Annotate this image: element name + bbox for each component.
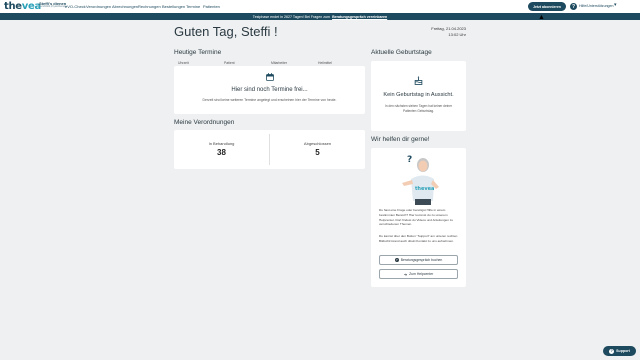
nav-bestellungen[interactable]: Bestellungen: [162, 4, 185, 9]
help-title: Wir helfen dir gerne!: [371, 136, 430, 143]
support-label: Support: [616, 349, 630, 353]
mascot-illustration: ? thevea: [402, 155, 439, 205]
birthday-cake-icon: [414, 76, 423, 85]
nav-abrechnungen[interactable]: Abrechnungen: [112, 4, 138, 9]
question-icon: ?: [609, 348, 615, 354]
nav-rechnungen[interactable]: Rechnungen: [138, 4, 161, 9]
column-header[interactable]: Uhrzeit: [178, 61, 189, 65]
stat-value: 38: [217, 148, 226, 157]
banner-link[interactable]: Beratungsgespräch vereinbaren: [332, 15, 387, 19]
help-card: ? thevea Du hast eine Frage oder benötig…: [371, 148, 466, 287]
mouse-cursor-icon: ▲: [538, 14, 545, 21]
appointments-empty-title: Hier sind noch Termine frei...: [231, 87, 308, 93]
svg-text:?: ?: [407, 155, 412, 165]
question-icon: ?: [394, 258, 399, 262]
mascot-shirt-logo: thevea: [415, 186, 434, 192]
nav-evo-check[interactable]: eVO-Check: [65, 4, 86, 9]
appointments-empty-text: Derzeit sind keine weiteren Termine ange…: [202, 98, 337, 102]
help-menu-label[interactable]: Hilfe/Unterstützungen: [579, 4, 614, 8]
appointments-card: Hier sind noch Termine frei... Derzeit s…: [174, 66, 365, 114]
appointments-title: Heutige Termine: [174, 49, 222, 56]
column-header[interactable]: Patient: [224, 61, 235, 65]
arrow-right-icon: ➔: [403, 271, 408, 277]
helpcenter-label: Zum Helpcenter: [409, 272, 434, 276]
stat-label: In Behandlung: [208, 141, 235, 146]
column-header[interactable]: Heilmittel: [318, 61, 332, 65]
book-consultation-label: Beratungsgespräch buchen: [400, 258, 443, 262]
birthdays-title: Aktuelle Geburtstage: [371, 49, 432, 56]
practice-switcher[interactable]: Steffi’s dienen Berufsbild physiotherapi…: [39, 2, 67, 9]
help-text-support: Du kannst über den Button "Support" am u…: [379, 234, 458, 243]
nav-termine[interactable]: Termine: [186, 4, 200, 9]
stat-in-treatment[interactable]: In Behandlung 38: [174, 130, 269, 169]
stat-completed[interactable]: Abgeschlossen 5: [270, 130, 365, 169]
column-header[interactable]: Mitarbeiter: [271, 61, 287, 65]
calendar-icon: [266, 73, 274, 81]
help-text-helpcenter: Du hast eine Frage oder benötigst Hilfe …: [379, 208, 454, 227]
thevea-logo[interactable]: thevea: [4, 1, 41, 12]
birthdays-empty-title: Kein Geburtstag in Aussicht.: [383, 92, 454, 98]
question-icon[interactable]: ?: [570, 3, 577, 10]
banner-text: Testphase endet in 2627 Tagen! Bei Frage…: [252, 14, 331, 19]
date-time: Freitag, 21.04.2023 13:02 Uhr: [420, 26, 466, 37]
prescriptions-title: Meine Verordnungen: [174, 119, 235, 126]
subscribe-button[interactable]: Jetzt abonnieren: [528, 2, 566, 11]
practice-subtitle: Berufsbild physiotherapie: [39, 5, 68, 8]
page-title: Guten Tag, Steffi !: [174, 24, 278, 39]
top-navbar: thevea Steffi’s dienen Berufsbild physio…: [0, 0, 640, 13]
nav-patienten[interactable]: Patienten: [203, 4, 220, 9]
support-button[interactable]: ? Support: [603, 346, 636, 356]
birthdays-card: Kein Geburtstag in Aussicht. In den näch…: [371, 61, 466, 131]
date-time-value: 13:02 Uhr: [448, 31, 466, 37]
nav-verordnungen[interactable]: Verordnungen: [86, 4, 111, 9]
chevron-down-icon[interactable]: ▾: [614, 2, 617, 8]
stat-value: 5: [315, 148, 320, 157]
helpcenter-button[interactable]: ➔ Zum Helpcenter: [379, 269, 458, 279]
prescriptions-card: In Behandlung 38 Abgeschlossen 5: [174, 130, 365, 169]
birthdays-empty-text: In den nächsten sieben Tagen hat keiner …: [384, 104, 453, 113]
stat-label: Abgeschlossen: [303, 141, 332, 146]
book-consultation-button[interactable]: ? Beratungsgespräch buchen: [379, 255, 458, 265]
appointments-column-headers: Uhrzeit Patient Mitarbeiter Heilmittel: [174, 59, 365, 66]
